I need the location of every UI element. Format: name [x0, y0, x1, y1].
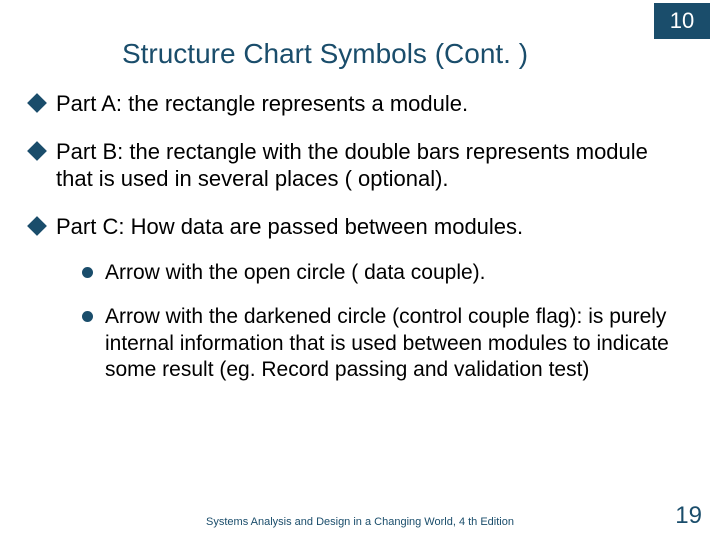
- bullet-text: Part A: the rectangle represents a modul…: [56, 90, 468, 118]
- sub-bullet-text: Arrow with the darkened circle (control …: [105, 304, 680, 383]
- dot-bullet-icon: [82, 311, 93, 322]
- bullet-item: Part C: How data are passed between modu…: [30, 213, 680, 241]
- sub-bullet-item: Arrow with the darkened circle (control …: [82, 304, 680, 383]
- sub-bullet-text: Arrow with the open circle ( data couple…: [105, 260, 486, 286]
- diamond-bullet-icon: [27, 141, 47, 161]
- sub-list: Arrow with the open circle ( data couple…: [82, 260, 680, 383]
- dot-bullet-icon: [82, 267, 93, 278]
- bullet-text: Part B: the rectangle with the double ba…: [56, 138, 680, 193]
- diamond-bullet-icon: [27, 216, 47, 236]
- page-number: 19: [675, 502, 702, 530]
- slide-title: Structure Chart Symbols (Cont. ): [0, 38, 720, 70]
- sub-bullet-item: Arrow with the open circle ( data couple…: [82, 260, 680, 286]
- bullet-item: Part B: the rectangle with the double ba…: [30, 138, 680, 193]
- bullet-text: Part C: How data are passed between modu…: [56, 213, 523, 241]
- chapter-badge: 10: [654, 3, 710, 39]
- bullet-item: Part A: the rectangle represents a modul…: [30, 90, 680, 118]
- footer-text: Systems Analysis and Design in a Changin…: [0, 516, 720, 528]
- diamond-bullet-icon: [27, 93, 47, 113]
- content-area: Part A: the rectangle represents a modul…: [30, 90, 680, 401]
